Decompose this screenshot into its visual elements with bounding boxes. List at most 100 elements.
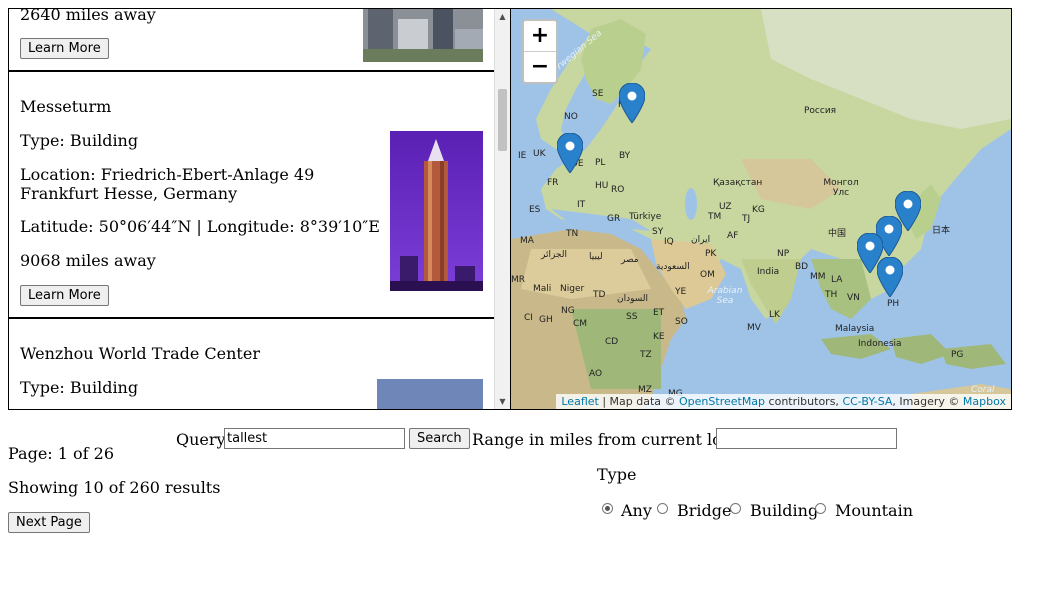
search-button[interactable]: Search [409,428,470,449]
map-label: ES [529,205,541,215]
map-label: Niger [560,284,585,294]
map-label: CD [605,337,619,347]
map-marker-icon[interactable] [877,257,903,297]
type-radio-any[interactable] [602,503,613,514]
map-label: SY [652,227,664,237]
map-label: CI [524,313,533,323]
map-label: UK [533,149,546,159]
map-label: IT [577,200,586,210]
map-label: TH [825,290,838,300]
map-label: TM [708,212,722,222]
map-label: PG [951,350,964,360]
scrollbar-thumb[interactable] [498,89,507,151]
map-label: IE [518,151,527,161]
license-link[interactable]: CC-BY-SA [842,395,892,408]
type-radio-building[interactable] [730,503,741,514]
map-label: PK [705,249,717,259]
map-label: AF [727,231,739,241]
result-distance: 2640 miles away [20,9,156,24]
map-label: PH [887,299,900,309]
map-label: MM [810,272,826,282]
mapbox-link[interactable]: Mapbox [963,395,1006,408]
map-label: TD [593,290,606,300]
map-label: ET [653,308,665,318]
map-label: Indonesia [858,339,902,349]
map-label: YE [675,287,687,297]
map-label: OM [700,270,715,280]
map-label: AO [589,369,603,379]
map-label: Қазақстан [713,178,763,188]
map-label: 日本 [932,226,951,236]
zoom-out-button[interactable]: − [524,52,556,82]
map-label: TJ [742,214,751,224]
result-coordinates: Latitude: 50°06′44″N | Longitude: 8°39′1… [20,217,380,236]
result-thumbnail [377,379,483,409]
map-label: NO [564,112,578,122]
map-label: Mali [533,284,552,294]
map-label: NG [561,306,575,316]
type-heading: Type [597,465,637,484]
map-label: VN [847,293,860,303]
map-attribution: Leaflet | Map data © OpenStreetMap contr… [556,394,1011,409]
next-page-button[interactable]: Next Page [8,512,90,533]
map-marker-icon[interactable] [557,133,583,173]
map-marker-icon[interactable] [619,83,645,123]
zoom-control: + − [522,19,558,84]
results-list[interactable]: 2640 miles away Learn More Messeturm Typ… [8,8,511,410]
range-input[interactable] [716,428,897,449]
query-input[interactable] [224,428,405,449]
type-option-label: Any [621,501,652,520]
map-label: TN [566,229,579,239]
map-label: Россия [804,106,837,116]
map-label: Arabian Sea [707,286,743,306]
map-label: IQ [664,237,674,247]
map-label: الجزائر [541,250,567,260]
map-label: 中国 [828,229,847,239]
attribution-text: | Map data © [598,395,680,408]
map-label: SE [592,89,604,99]
map-label: BY [619,151,631,161]
learn-more-button[interactable]: Learn More [20,285,109,306]
learn-more-button[interactable]: Learn More [20,38,109,59]
result-name: Wenzhou World Trade Center [20,344,260,363]
scroll-down-icon[interactable]: ▼ [495,394,510,409]
map-label: MR [511,275,526,285]
map-label: CM [573,319,588,329]
map-label: Malaysia [835,324,875,334]
openstreetmap-link[interactable]: OpenStreetMap [679,395,765,408]
result-name: Messeturm [20,97,112,116]
list-item: 2640 miles away Learn More [9,9,495,72]
map-label: MV [747,323,761,333]
map-label: GH [539,315,553,325]
map-label: RO [611,185,625,195]
leaflet-link[interactable]: Leaflet [561,395,598,408]
search-controls: Query: Search Range in miles from curren… [0,420,1052,600]
map-label: LA [831,275,843,285]
scrollbar[interactable]: ▲ ▼ [494,9,510,409]
zoom-in-button[interactable]: + [524,21,556,52]
map-label: NP [777,249,790,259]
map-label: Türkiye [629,212,662,222]
map-label: HU [595,181,609,191]
results-count: Showing 10 of 260 results [8,478,221,497]
map-label: PL [595,158,606,168]
result-type: Type: Building [20,131,139,150]
map[interactable]: Norwegian Sea SE FI NO Россия IE UK PL B… [510,8,1012,410]
map-label: Монгол Улс [823,178,859,198]
type-radio-bridge[interactable] [657,503,668,514]
map-label: SO [675,317,688,327]
result-thumbnail [390,131,483,291]
map-label: FR [547,178,559,188]
result-type: Type: Building [20,378,139,397]
map-label: ليبيا [589,252,603,262]
attribution-text: , Imagery © [892,395,963,408]
list-item: Messeturm Type: Building Location: Fried… [9,72,495,319]
scroll-up-icon[interactable]: ▲ [495,9,510,24]
map-label: مصر [621,255,639,265]
map-label: السودان [617,294,649,304]
type-option-label: Building [750,501,819,520]
result-distance: 9068 miles away [20,251,156,270]
map-label: LK [769,310,780,320]
type-radio-mountain[interactable] [815,503,826,514]
page-indicator: Page: 1 of 26 [8,444,115,463]
